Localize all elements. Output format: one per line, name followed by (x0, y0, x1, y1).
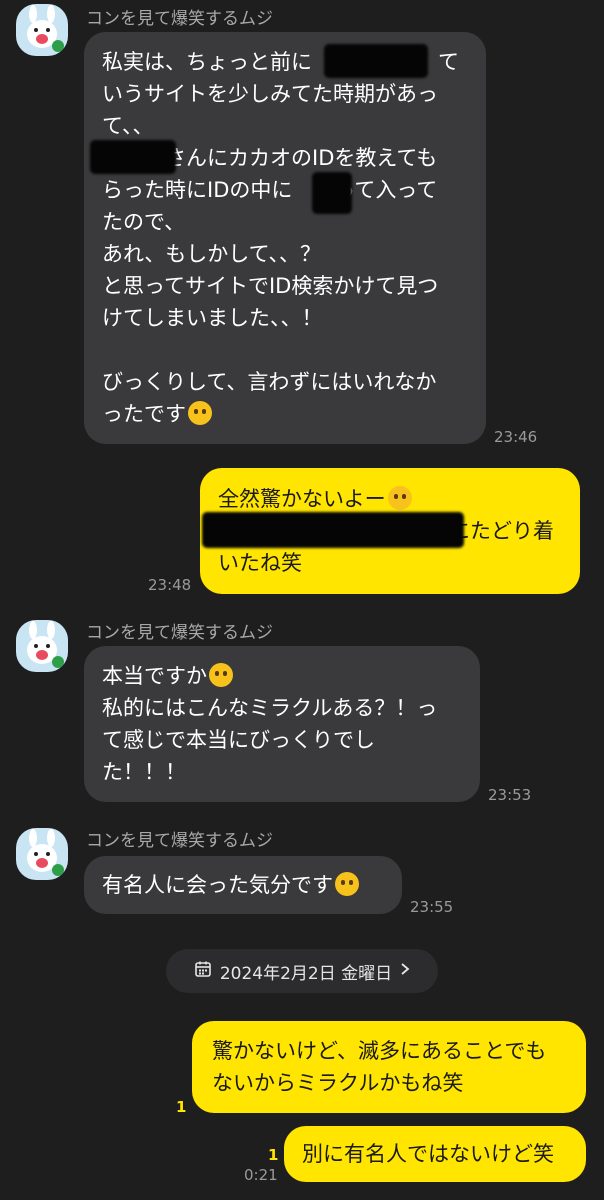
unread-count: 1 (268, 1146, 279, 1164)
message-line: と思ってサイトでID検索かけて見つ (102, 274, 439, 298)
date-divider-label: 2024年2月2日 金曜日 (219, 963, 393, 984)
message-timestamp: 23:53 (488, 786, 532, 804)
message-line: 有名人に会った気分です (102, 869, 384, 901)
message-text: ったです (102, 402, 186, 426)
redaction-mark (324, 44, 428, 78)
message-line: 私的にはこんなミラクルある？！っ (102, 696, 438, 720)
message-line: いうサイトを少しみてた時期があっ (102, 82, 438, 106)
message-line: 本当ですか (102, 660, 462, 692)
sender-avatar[interactable] (16, 4, 68, 56)
sender-name: コンを見て爆笑するムジ (86, 831, 273, 851)
redaction-mark (202, 512, 464, 548)
message-line: たので、 (102, 210, 186, 234)
message-line: けてしまいました、、！ (102, 306, 323, 330)
message-timestamp: 23:55 (410, 898, 454, 916)
message-line: いたね笑 (218, 551, 302, 575)
message-text: 本当ですか (102, 664, 207, 688)
message-bubble-outgoing[interactable]: 別に有名人ではないけど笑 (284, 1126, 586, 1182)
kissing-face-emoji-icon (387, 486, 412, 510)
unread-count: 1 (176, 1098, 187, 1116)
message-text: 全然驚かないよー (218, 487, 386, 511)
sender-avatar[interactable] (16, 620, 68, 672)
chevron-right-icon (400, 961, 410, 981)
face-with-tears-of-joy-emoji-icon (209, 663, 233, 687)
message-bubble-incoming[interactable]: 私実は、ちょっと前に て いうサイトを少しみてた時期があっ て、、 さんにカカオ… (84, 32, 486, 444)
message-text: 有名人に会った気分です (102, 873, 333, 897)
sender-name: コンを見て爆笑するムジ (86, 623, 273, 643)
message-line (102, 334, 468, 366)
face-with-tears-of-joy-emoji-icon (335, 872, 359, 896)
message-line: ったです (102, 398, 468, 430)
message-line: らった時にIDの中に って入って (102, 178, 438, 202)
message-bubble-outgoing[interactable]: 全然驚かないよー にたどり着 いたね笑 (200, 468, 580, 594)
sender-name: コンを見て爆笑するムジ (86, 9, 273, 29)
face-with-hand-over-mouth-emoji-icon (188, 401, 212, 425)
message-bubble-incoming[interactable]: 本当ですか 私的にはこんなミラクルある？！っ て感じで本当にびっくりでし た！！… (84, 646, 480, 802)
message-line: あれ、もしかして、、？ (102, 242, 322, 266)
message-bubble-incoming[interactable]: 有名人に会った気分です (84, 856, 402, 914)
message-timestamp: 0:21 (244, 1166, 278, 1184)
message-line: て感じで本当にびっくりでし (102, 728, 375, 752)
message-line: た！！！ (102, 760, 186, 784)
message-line: 驚かないけど、滅多にあることでも (212, 1039, 547, 1063)
calendar-icon (194, 960, 212, 983)
message-timestamp: 23:46 (494, 428, 538, 446)
redaction-mark (312, 172, 352, 214)
sender-avatar[interactable] (16, 828, 68, 880)
message-line: 全然驚かないよー (218, 483, 562, 515)
redaction-mark (90, 140, 176, 174)
date-divider[interactable]: 2024年2月2日 金曜日 (166, 949, 438, 993)
message-line: ないからミラクルかもね笑 (212, 1071, 464, 1095)
message-line: びっくりして、言わずにはいれなか (102, 370, 437, 394)
message-bubble-outgoing[interactable]: 驚かないけど、滅多にあることでも ないからミラクルかもね笑 (192, 1021, 586, 1113)
message-timestamp: 23:48 (148, 576, 192, 594)
message-line: 別に有名人ではないけど笑 (302, 1142, 554, 1166)
message-line: て、、 (102, 114, 154, 138)
